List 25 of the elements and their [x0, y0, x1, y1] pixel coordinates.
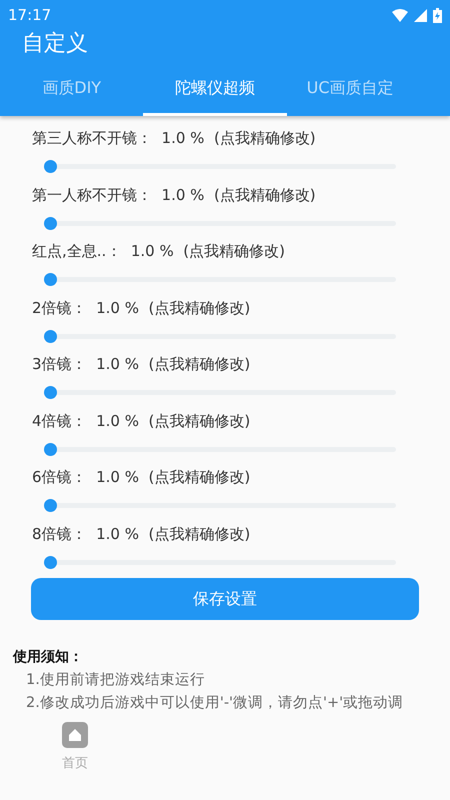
- slider-thumb[interactable]: [44, 216, 57, 230]
- slider-thumb[interactable]: [44, 330, 57, 342]
- slider-label[interactable]: 3倍镜： 1.0 % (点我精确修改): [32, 352, 402, 382]
- slider-label[interactable]: 6倍镜： 1.0 % (点我精确修改): [32, 465, 402, 495]
- slider-thumb[interactable]: [44, 386, 57, 399]
- slider-thumb[interactable]: [44, 499, 57, 512]
- slider-thumb[interactable]: [44, 442, 57, 456]
- wifi-icon: [392, 8, 408, 22]
- slider-thumb[interactable]: [44, 160, 57, 173]
- status-time: 17:17: [8, 6, 52, 24]
- slider-label[interactable]: 红点,全息..： 1.0 % (点我精确修改): [32, 239, 402, 269]
- notice-text: 1.使用前请把游戏结束运行: [25, 671, 206, 689]
- slider-label[interactable]: 第三人称不开镜： 1.0 % (点我精确修改): [32, 126, 402, 156]
- home-icon[interactable]: [62, 722, 88, 748]
- app-title: 自定义: [21, 30, 89, 58]
- notice-text: 2.修改成功后游戏中可以使用'-'微调，请勿点'+'或拖动调: [25, 694, 404, 712]
- slider-thumb[interactable]: [44, 556, 57, 568]
- slider-label[interactable]: 8倍镜： 1.0 % (点我精确修改): [32, 522, 402, 552]
- slider-label[interactable]: 4倍镜： 1.0 % (点我精确修改): [32, 408, 402, 438]
- signal-icon: [414, 8, 427, 22]
- slider-thumb[interactable]: [44, 273, 57, 286]
- battery-icon: [433, 8, 442, 22]
- slider-label[interactable]: 2倍镜： 1.0 % (点我精确修改): [32, 296, 402, 326]
- slider-label[interactable]: 第一人称不开镜： 1.0 % (点我精确修改): [32, 182, 402, 212]
- notice-title: 使用须知：: [12, 648, 84, 666]
